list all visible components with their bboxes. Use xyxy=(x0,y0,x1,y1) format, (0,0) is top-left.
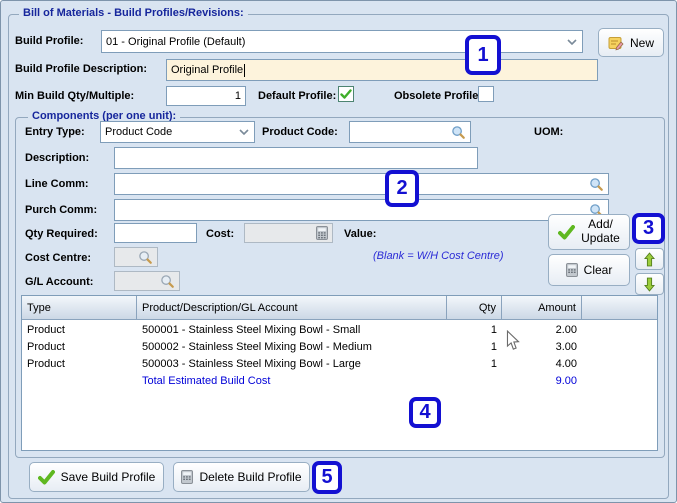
save-button-label: Save Build Profile xyxy=(60,470,156,484)
column-header-filler xyxy=(582,296,657,319)
obsolete-profile-checkbox[interactable] xyxy=(478,86,494,102)
components-table[interactable]: Type Product/Description/GL Account Qty … xyxy=(21,295,658,451)
delete-icon xyxy=(181,470,194,484)
component-description-input[interactable] xyxy=(114,147,478,169)
text-caret xyxy=(244,63,246,77)
cost-centre-label: Cost Centre: xyxy=(25,252,92,264)
entry-type-select[interactable]: Product Code xyxy=(100,121,255,143)
line-comm-label: Line Comm: xyxy=(25,178,89,190)
purch-comm-label: Purch Comm: xyxy=(25,204,98,216)
chevron-down-icon xyxy=(567,38,577,45)
column-header-product[interactable]: Product/Description/GL Account xyxy=(137,296,447,319)
save-build-profile-button[interactable]: Save Build Profile xyxy=(29,462,164,492)
total-row: Total Estimated Build Cost 9.00 xyxy=(22,372,657,389)
arrow-down-icon xyxy=(644,277,655,292)
add-update-label-line2: Update xyxy=(581,231,620,245)
eraser-icon xyxy=(565,263,578,277)
add-update-label-line1: Add/ xyxy=(588,217,613,232)
table-row[interactable]: Product 500001 - Stainless Steel Mixing … xyxy=(22,321,657,338)
green-check-icon xyxy=(37,469,55,485)
groupbox-title: Bill of Materials - Build Profiles/Revis… xyxy=(19,7,248,19)
annotation-marker-4: 4 xyxy=(409,397,441,428)
qty-required-input[interactable] xyxy=(114,223,197,243)
move-down-button[interactable] xyxy=(635,273,664,295)
default-profile-checkbox[interactable] xyxy=(338,86,354,102)
table-header: Type Product/Description/GL Account Qty … xyxy=(22,296,657,320)
build-profile-description-label: Build Profile Description: xyxy=(15,63,148,75)
min-build-qty-label: Min Build Qty/Multiple: xyxy=(15,90,135,102)
build-profile-description-input[interactable]: Original Profile xyxy=(166,59,598,81)
min-build-qty-input[interactable]: 1 xyxy=(166,86,246,106)
build-profile-label: Build Profile: xyxy=(15,35,84,47)
search-icon[interactable] xyxy=(138,250,153,265)
build-profile-description-value: Original Profile xyxy=(171,64,244,76)
table-row[interactable]: Product 500002 - Stainless Steel Mixing … xyxy=(22,338,657,355)
move-up-button[interactable] xyxy=(635,248,664,270)
green-check-icon xyxy=(558,224,576,240)
total-label: Total Estimated Build Cost xyxy=(142,374,271,387)
column-header-amount[interactable]: Amount xyxy=(502,296,582,319)
value-label: Value: xyxy=(344,228,377,240)
total-amount: 9.00 xyxy=(555,374,577,387)
min-build-qty-value: 1 xyxy=(234,90,241,102)
delete-build-profile-button[interactable]: Delete Build Profile xyxy=(173,462,310,492)
build-profile-select[interactable]: 01 - Original Profile (Default) xyxy=(101,30,583,53)
gl-account-label: G/L Account: xyxy=(25,276,94,288)
default-profile-label: Default Profile: xyxy=(258,90,337,102)
gl-account-input xyxy=(114,271,180,291)
cost-label: Cost: xyxy=(206,228,235,240)
annotation-marker-3: 3 xyxy=(632,213,665,244)
mouse-cursor xyxy=(506,330,520,351)
annotation-marker-1: 1 xyxy=(465,35,501,75)
delete-button-label: Delete Build Profile xyxy=(199,470,302,484)
annotation-marker-5: 5 xyxy=(312,461,342,494)
line-comm-input[interactable] xyxy=(114,173,609,195)
uom-label: UOM: xyxy=(534,126,564,138)
product-code-label: Product Code: xyxy=(262,126,338,138)
table-row[interactable]: Product 500003 - Stainless Steel Mixing … xyxy=(22,355,657,372)
entry-type-selected-value: Product Code xyxy=(105,126,173,138)
qty-required-label: Qty Required: xyxy=(25,228,98,240)
add-update-button[interactable]: Add/Update xyxy=(548,214,630,250)
search-icon[interactable] xyxy=(451,125,466,140)
component-description-label: Description: xyxy=(25,152,90,164)
checkmark-icon xyxy=(340,88,352,100)
arrow-up-icon xyxy=(644,251,655,267)
new-button-label: New xyxy=(629,35,654,50)
annotation-marker-2: 2 xyxy=(385,170,419,207)
calculator-icon[interactable] xyxy=(316,226,328,240)
clear-button[interactable]: Clear xyxy=(548,254,630,286)
bom-build-profiles-window: Bill of Materials - Build Profiles/Revis… xyxy=(0,0,677,503)
cost-centre-hint: (Blank = W/H Cost Centre) xyxy=(373,250,504,262)
search-icon[interactable] xyxy=(160,274,175,289)
purch-comm-input[interactable] xyxy=(114,199,609,221)
search-icon[interactable] xyxy=(589,177,604,192)
new-button[interactable]: New xyxy=(598,28,664,57)
product-code-input[interactable] xyxy=(349,121,471,143)
entry-type-label: Entry Type: xyxy=(25,126,85,138)
cost-input xyxy=(244,223,333,243)
new-note-icon xyxy=(608,35,624,51)
column-header-type[interactable]: Type xyxy=(22,296,137,319)
chevron-down-icon xyxy=(239,129,249,135)
column-header-qty[interactable]: Qty xyxy=(447,296,502,319)
obsolete-profile-label: Obsolete Profile: xyxy=(394,90,483,102)
build-profile-selected-value: 01 - Original Profile (Default) xyxy=(106,35,246,48)
cost-centre-input xyxy=(114,247,158,267)
clear-button-label: Clear xyxy=(583,263,613,277)
